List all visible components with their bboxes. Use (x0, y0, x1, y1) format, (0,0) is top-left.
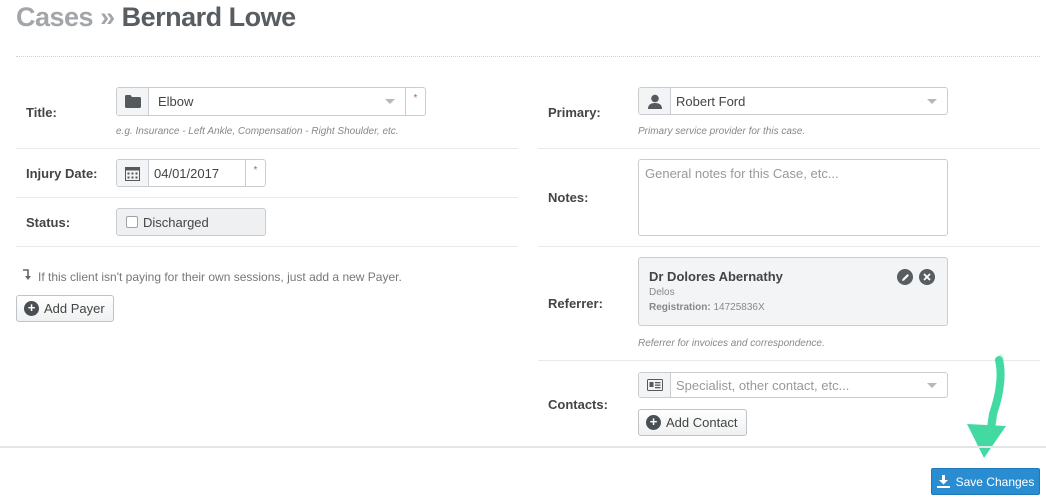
breadcrumb: Cases » Bernard Lowe (16, 2, 296, 33)
edit-pencil-icon[interactable] (897, 269, 913, 285)
referrer-name: Dr Dolores Abernathy (649, 269, 783, 284)
referrer-registration: Registration: 14725836X (649, 302, 765, 313)
contacts-placeholder: Specialist, other contact, etc... (676, 377, 850, 393)
chevron-down-icon (927, 98, 937, 104)
contacts-select[interactable]: Specialist, other contact, etc... (638, 372, 948, 398)
footer-divider (0, 446, 1046, 448)
status-label: Status: (26, 215, 71, 230)
primary-label: Primary: (548, 105, 601, 120)
payer-hint: If this client isn't paying for their ow… (22, 268, 402, 286)
discharged-label: Discharged (143, 214, 209, 230)
primary-select[interactable]: Robert Ford (638, 87, 948, 115)
primary-value: Robert Ford (676, 93, 746, 109)
row-divider (16, 197, 518, 198)
notes-placeholder: General notes for this Case, etc... (645, 166, 839, 181)
folder-icon (117, 88, 149, 115)
download-icon (936, 475, 950, 488)
title-help: e.g. Insurance - Left Ankle, Compensatio… (116, 126, 399, 137)
contact-card-icon (639, 373, 671, 397)
notes-label: Notes: (548, 190, 589, 205)
required-mark: * (405, 88, 425, 115)
add-payer-label: Add Payer (44, 301, 105, 316)
discharged-toggle[interactable]: Discharged (116, 208, 266, 236)
add-contact-button[interactable]: + Add Contact (638, 409, 747, 436)
referrer-help: Referrer for invoices and correspondence… (638, 338, 825, 349)
green-arrow-icon (950, 352, 1012, 471)
save-changes-label: Save Changes (955, 474, 1035, 489)
referrer-label: Referrer: (548, 296, 603, 311)
primary-help: Primary service provider for this case. (638, 126, 806, 137)
registration-value: 14725836X (713, 302, 765, 313)
row-divider (538, 246, 1040, 247)
title-divider (16, 56, 1040, 57)
row-divider (16, 246, 518, 247)
row-divider (538, 148, 1040, 149)
plus-circle-icon: + (646, 415, 661, 430)
remove-x-icon[interactable] (919, 269, 935, 285)
chevron-down-icon (385, 99, 395, 104)
discharged-checkbox[interactable] (126, 216, 138, 228)
injury-date-label: Injury Date: (26, 166, 98, 181)
notes-textarea[interactable]: General notes for this Case, etc... (638, 159, 948, 236)
row-divider (16, 148, 518, 149)
add-contact-label: Add Contact (666, 415, 738, 430)
user-icon (639, 88, 671, 114)
breadcrumb-separator: » (100, 2, 115, 32)
title-select[interactable]: Elbow * (116, 87, 426, 116)
add-payer-button[interactable]: + Add Payer (16, 295, 114, 322)
page-title: Bernard Lowe (121, 2, 297, 32)
breadcrumb-cases-link[interactable]: Cases (16, 2, 94, 32)
registration-label: Registration: (649, 302, 711, 313)
title-label: Title: (26, 105, 57, 120)
chevron-down-icon (927, 382, 937, 388)
referrer-card: Dr Dolores Abernathy Delos Registration:… (638, 257, 948, 326)
plus-circle-icon: + (24, 301, 39, 316)
save-changes-button[interactable]: Save Changes (931, 468, 1040, 495)
injury-date-value: 04/01/2017 (154, 165, 220, 181)
required-mark: * (245, 160, 265, 186)
payer-hint-text: If this client isn't paying for their ow… (38, 270, 402, 284)
injury-date-field[interactable]: 04/01/2017 * (116, 159, 266, 187)
turn-down-arrow-icon (22, 268, 32, 286)
title-value: Elbow (158, 94, 194, 109)
calendar-icon[interactable] (117, 160, 149, 186)
contacts-label: Contacts: (548, 397, 608, 412)
referrer-org: Delos (649, 287, 675, 298)
